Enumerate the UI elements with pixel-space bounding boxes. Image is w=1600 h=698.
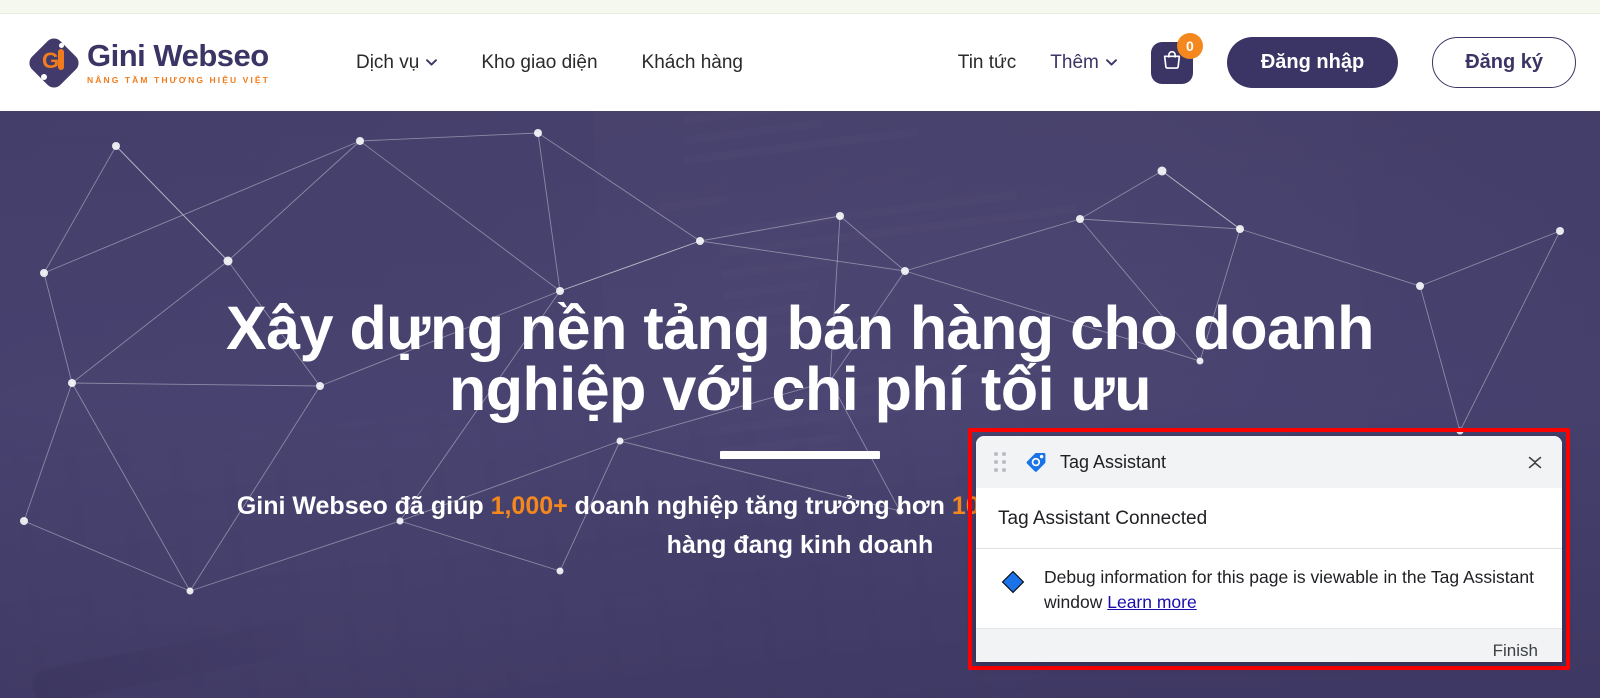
collapse-icon[interactable] xyxy=(1522,449,1548,475)
logo-letter: G xyxy=(42,47,60,73)
hero-subtitle-mid: doanh nghiệp tăng trưởng hơn xyxy=(567,492,952,520)
top-strip xyxy=(0,0,1600,14)
cart-badge: 0 xyxy=(1176,32,1203,59)
login-button[interactable]: Đăng nhập xyxy=(1226,37,1399,88)
tag-assistant-title: Tag Assistant xyxy=(1060,451,1167,472)
nav-label: Dịch vụ xyxy=(355,51,420,73)
chevron-down-icon xyxy=(1105,59,1117,66)
tag-assistant-header: Tag Assistant xyxy=(976,436,1562,488)
diamond-icon xyxy=(1000,569,1026,595)
site-header: G Gini Webseo NÂNG TẦM THƯƠNG HIỆU VIỆT … xyxy=(0,14,1600,111)
nav-item-khach-hang[interactable]: Khách hàng xyxy=(642,52,743,74)
learn-more-link[interactable]: Learn more xyxy=(1107,592,1197,612)
finish-button[interactable]: Finish xyxy=(1493,641,1538,661)
nav-item-them[interactable]: Thêm xyxy=(1050,52,1117,74)
tag-assistant-status: Tag Assistant Connected xyxy=(976,488,1562,549)
hero-title: Xây dựng nền tảng bán hàng cho doanh ngh… xyxy=(226,298,1374,420)
site-logo[interactable]: G Gini Webseo NÂNG TẦM THƯƠNG HIỆU VIỆT xyxy=(25,34,270,91)
nav-item-dich-vu[interactable]: Dịch vụ xyxy=(355,51,438,74)
nav-item-tin-tuc[interactable]: Tin tức xyxy=(958,52,1016,74)
nav-item-kho-giao-dien[interactable]: Kho giao diện xyxy=(481,52,597,74)
tag-assistant-footer: Finish xyxy=(976,627,1562,662)
tag-assistant-logo-icon xyxy=(1023,449,1049,475)
hero-divider xyxy=(720,451,880,459)
hero-subtitle-prefix: Gini Webseo đã giúp xyxy=(236,492,491,520)
nav-label: Thêm xyxy=(1050,51,1099,73)
nav-label: Tin tức xyxy=(957,51,1017,73)
hero-title-line-1: Xây dựng nền tảng bán hàng cho doanh xyxy=(226,294,1374,362)
nav-label: Kho giao diện xyxy=(481,51,598,73)
cart-button[interactable]: 0 xyxy=(1150,32,1203,84)
tag-assistant-message-row: Debug information for this page is viewa… xyxy=(976,549,1562,628)
drag-handle-icon[interactable] xyxy=(994,452,1008,472)
register-button[interactable]: Đăng ký xyxy=(1432,37,1576,88)
hero-title-line-2: nghiệp với chi phí tối ưu xyxy=(449,355,1151,423)
nav-label: Khách hàng xyxy=(641,51,743,73)
chevron-down-icon xyxy=(426,59,438,66)
logo-diamond-icon: G xyxy=(25,34,83,91)
secondary-nav: Tin tức Thêm 0 Đăng nhập Đăng ký xyxy=(958,32,1576,88)
tag-assistant-popup: Tag Assistant Tag Assistant Connected De… xyxy=(976,436,1562,662)
page-root: G Gini Webseo NÂNG TẦM THƯƠNG HIỆU VIỆT … xyxy=(0,0,1600,698)
hero-subtitle-highlight-1: 1,000+ xyxy=(490,492,568,520)
tag-assistant-message: Debug information for this page is viewa… xyxy=(1044,565,1540,616)
primary-nav: Dịch vụ Kho giao diện Khách hàng xyxy=(356,52,743,74)
logo-name: Gini Webseo xyxy=(87,38,269,74)
logo-tagline: NÂNG TẦM THƯƠNG HIỆU VIỆT xyxy=(87,75,270,86)
